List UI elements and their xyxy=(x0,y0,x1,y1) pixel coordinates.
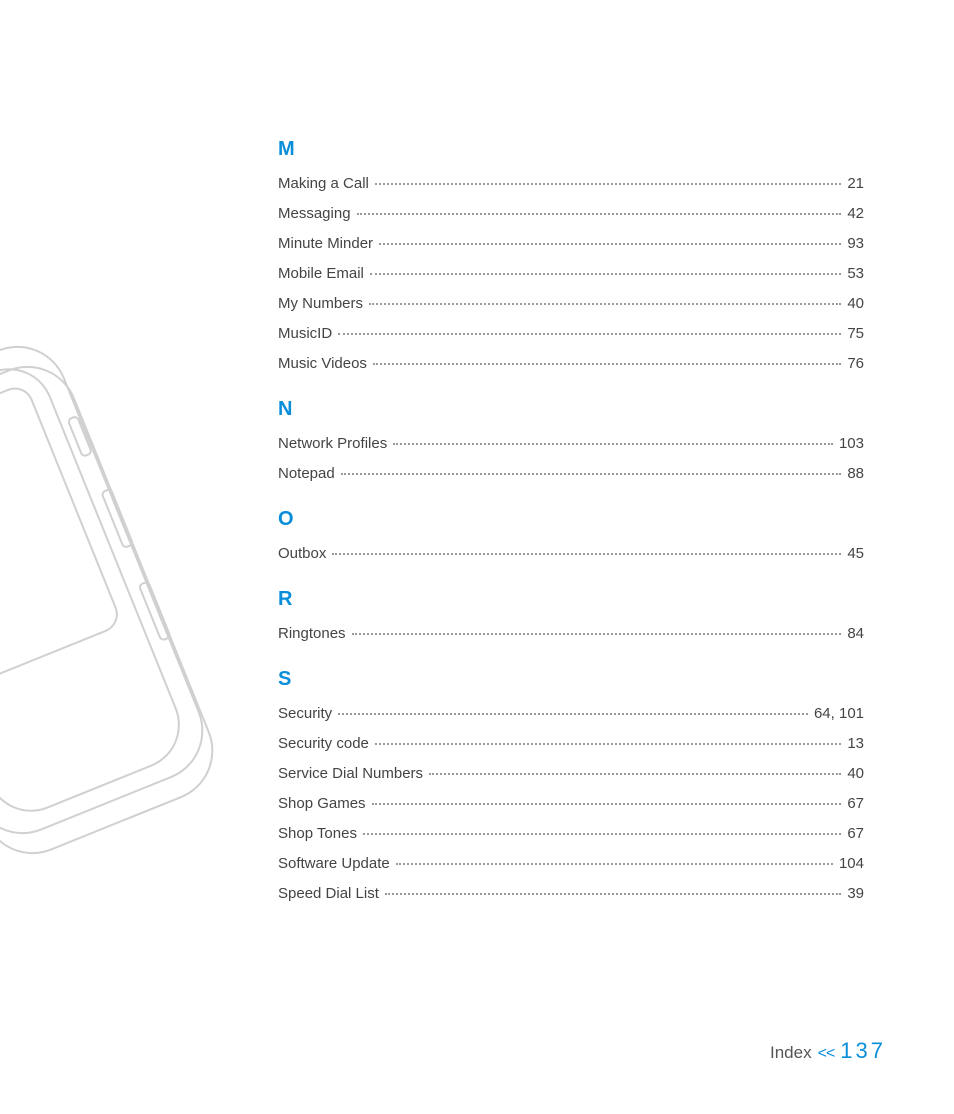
index-entry-label: My Numbers xyxy=(278,295,363,312)
index-entry: Speed Dial List 39 xyxy=(278,885,864,902)
dot-leader xyxy=(332,553,841,555)
index-entry-label: Music Videos xyxy=(278,355,367,372)
index-entry-label: Shop Tones xyxy=(278,825,357,842)
footer-page-number: 137 xyxy=(840,1038,886,1064)
index-entry: Messaging 42 xyxy=(278,205,864,222)
page-footer: Index << 137 xyxy=(770,1038,886,1064)
index-entry-page: 75 xyxy=(847,325,864,342)
index-entry-label: Shop Games xyxy=(278,795,366,812)
index-entry: Making a Call 21 xyxy=(278,175,864,192)
index-entry-label: Service Dial Numbers xyxy=(278,765,423,782)
index-entry: My Numbers 40 xyxy=(278,295,864,312)
index-entry-label: Outbox xyxy=(278,545,326,562)
index-entry-page: 42 xyxy=(847,205,864,222)
index-content: M Making a Call 21 Messaging 42 Minute Minder… xyxy=(278,138,864,915)
index-entry: Mobile Email 53 xyxy=(278,265,864,282)
dot-leader xyxy=(379,243,841,245)
section-heading-s: S xyxy=(278,668,864,691)
index-entry: Notepad 88 xyxy=(278,465,864,482)
index-entry-page: 53 xyxy=(847,265,864,282)
index-entry: Shop Tones 67 xyxy=(278,825,864,842)
index-entry-label: Speed Dial List xyxy=(278,885,379,902)
index-entry-page: 104 xyxy=(839,855,864,872)
dot-leader xyxy=(341,473,842,475)
index-entry-page: 67 xyxy=(847,795,864,812)
index-entry-page: 76 xyxy=(847,355,864,372)
index-entry-page: 13 xyxy=(847,735,864,752)
phone-outline-illustration xyxy=(0,330,280,890)
dot-leader xyxy=(385,893,841,895)
index-entry-page: 88 xyxy=(847,465,864,482)
index-entry: Service Dial Numbers 40 xyxy=(278,765,864,782)
dot-leader xyxy=(396,863,833,865)
index-entry-page: 103 xyxy=(839,435,864,452)
index-entry: Security 64, 101 xyxy=(278,705,864,722)
index-entry-label: Minute Minder xyxy=(278,235,373,252)
index-entry: Network Profiles 103 xyxy=(278,435,864,452)
dot-leader xyxy=(393,443,833,445)
index-entry-label: Making a Call xyxy=(278,175,369,192)
index-entry: Shop Games 67 xyxy=(278,795,864,812)
index-entry: Outbox 45 xyxy=(278,545,864,562)
index-entry: Music Videos 76 xyxy=(278,355,864,372)
index-entry-label: Mobile Email xyxy=(278,265,364,282)
dot-leader xyxy=(375,743,841,745)
index-entry-label: MusicID xyxy=(278,325,332,342)
dot-leader xyxy=(338,333,841,335)
index-entry-page: 21 xyxy=(847,175,864,192)
index-entry: Ringtones 84 xyxy=(278,625,864,642)
dot-leader xyxy=(369,303,841,305)
index-entry-page: 39 xyxy=(847,885,864,902)
index-entry: Minute Minder 93 xyxy=(278,235,864,252)
dot-leader xyxy=(373,363,841,365)
index-entry-label: Security code xyxy=(278,735,369,752)
index-entry-page: 67 xyxy=(847,825,864,842)
dot-leader xyxy=(429,773,841,775)
index-entry-page: 40 xyxy=(847,295,864,312)
dot-leader xyxy=(352,633,842,635)
section-heading-r: R xyxy=(278,588,864,611)
dot-leader xyxy=(375,183,841,185)
index-entry-label: Ringtones xyxy=(278,625,346,642)
index-entry-page: 93 xyxy=(847,235,864,252)
index-entry-label: Software Update xyxy=(278,855,390,872)
dot-leader xyxy=(338,713,808,715)
index-entry-label: Notepad xyxy=(278,465,335,482)
index-entry-page: 45 xyxy=(847,545,864,562)
dot-leader xyxy=(372,803,842,805)
section-heading-o: O xyxy=(278,508,864,531)
dot-leader xyxy=(370,273,841,275)
index-entry-page: 84 xyxy=(847,625,864,642)
index-entry-label: Messaging xyxy=(278,205,351,222)
index-entry-label: Security xyxy=(278,705,332,722)
footer-arrows-icon: << xyxy=(818,1045,835,1063)
index-entry-page: 40 xyxy=(847,765,864,782)
footer-section-label: Index xyxy=(770,1043,812,1063)
dot-leader xyxy=(357,213,842,215)
index-entry: Software Update 104 xyxy=(278,855,864,872)
index-entry-label: Network Profiles xyxy=(278,435,387,452)
index-entry: MusicID 75 xyxy=(278,325,864,342)
index-entry: Security code 13 xyxy=(278,735,864,752)
section-heading-n: N xyxy=(278,398,864,421)
index-entry-page: 64, 101 xyxy=(814,705,864,722)
section-heading-m: M xyxy=(278,138,864,161)
dot-leader xyxy=(363,833,841,835)
